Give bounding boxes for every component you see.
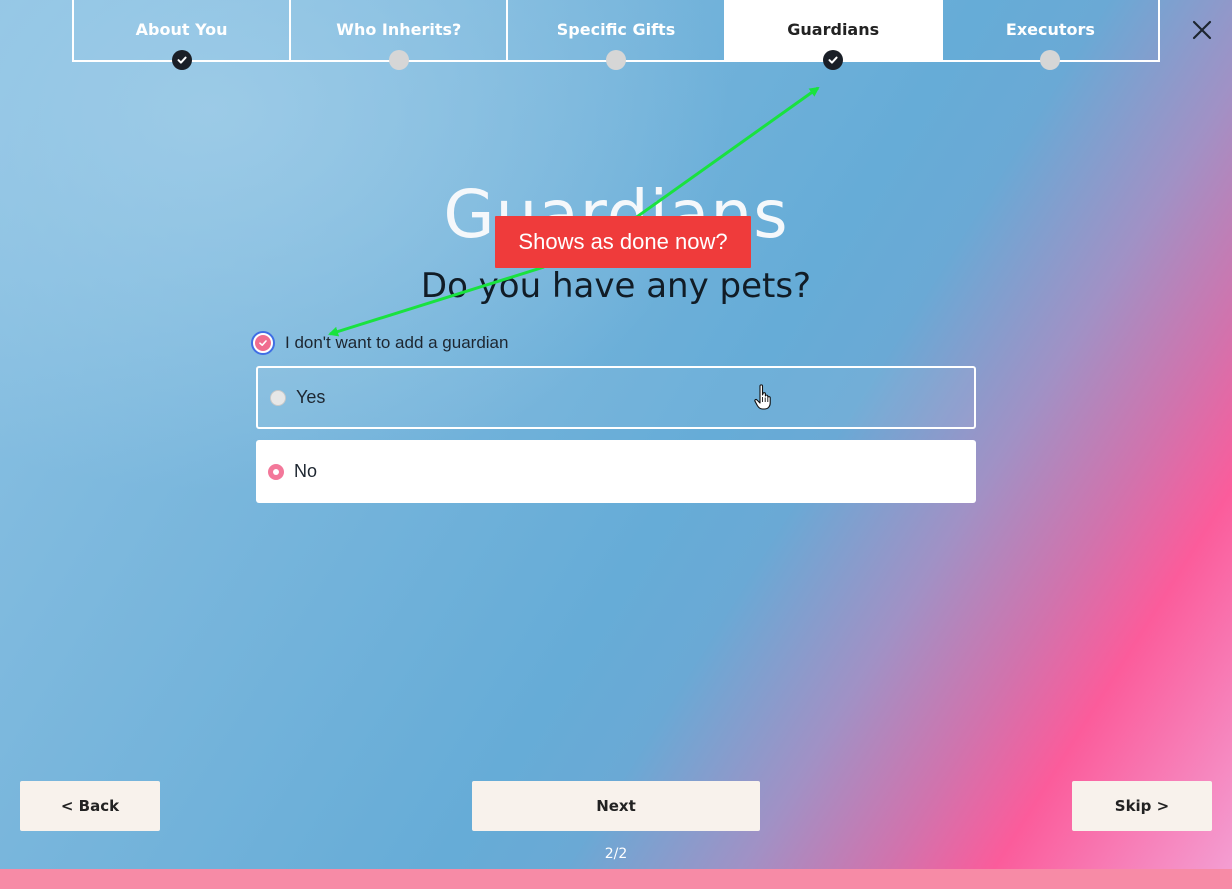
next-button[interactable]: Next — [472, 781, 760, 831]
check-icon — [823, 50, 844, 70]
tab-guardians[interactable]: Guardians — [725, 0, 943, 70]
tab-label: About You — [135, 20, 228, 39]
option-yes[interactable]: Yes — [256, 366, 976, 429]
tab-label: Executors — [1005, 20, 1095, 39]
page-counter: 2/2 — [604, 846, 628, 862]
progress-fill — [0, 869, 1232, 889]
annotation-callout: Shows as done now? — [495, 216, 751, 268]
pending-dot-icon — [606, 50, 626, 70]
checkbox-checked-icon[interactable] — [251, 331, 275, 355]
radio-checked-icon[interactable] — [268, 463, 284, 480]
pending-dot-icon — [388, 50, 409, 70]
step-tabs: About You Who Inherits? Specific Gifts G… — [72, 0, 1160, 70]
skip-button[interactable]: Skip > — [1072, 781, 1212, 831]
tab-label: Guardians — [787, 20, 880, 39]
tab-specific-gifts[interactable]: Specific Gifts — [508, 0, 726, 70]
option-label: Yes — [296, 387, 326, 407]
tab-executors[interactable]: Executors — [943, 0, 1158, 70]
tab-about-you[interactable]: About You — [74, 0, 292, 70]
radio-unchecked-icon[interactable] — [270, 389, 286, 406]
back-button[interactable]: < Back — [20, 781, 160, 831]
option-no[interactable]: No — [256, 440, 976, 503]
hand-cursor-icon — [754, 384, 772, 412]
check-icon — [171, 50, 192, 70]
question-heading: Do you have any pets? — [420, 266, 812, 306]
pending-dot-icon — [1040, 50, 1061, 70]
optout-label: I don't want to add a guardian — [285, 333, 509, 352]
tab-who-inherits[interactable]: Who Inherits? — [291, 0, 509, 70]
close-icon[interactable] — [1189, 17, 1215, 43]
progress-bar — [0, 869, 1232, 889]
option-label: No — [294, 461, 318, 481]
optout-checkbox[interactable]: I don't want to add a guardian — [251, 330, 508, 356]
tab-label: Who Inherits? — [336, 20, 462, 39]
tab-label: Specific Gifts — [556, 20, 676, 39]
